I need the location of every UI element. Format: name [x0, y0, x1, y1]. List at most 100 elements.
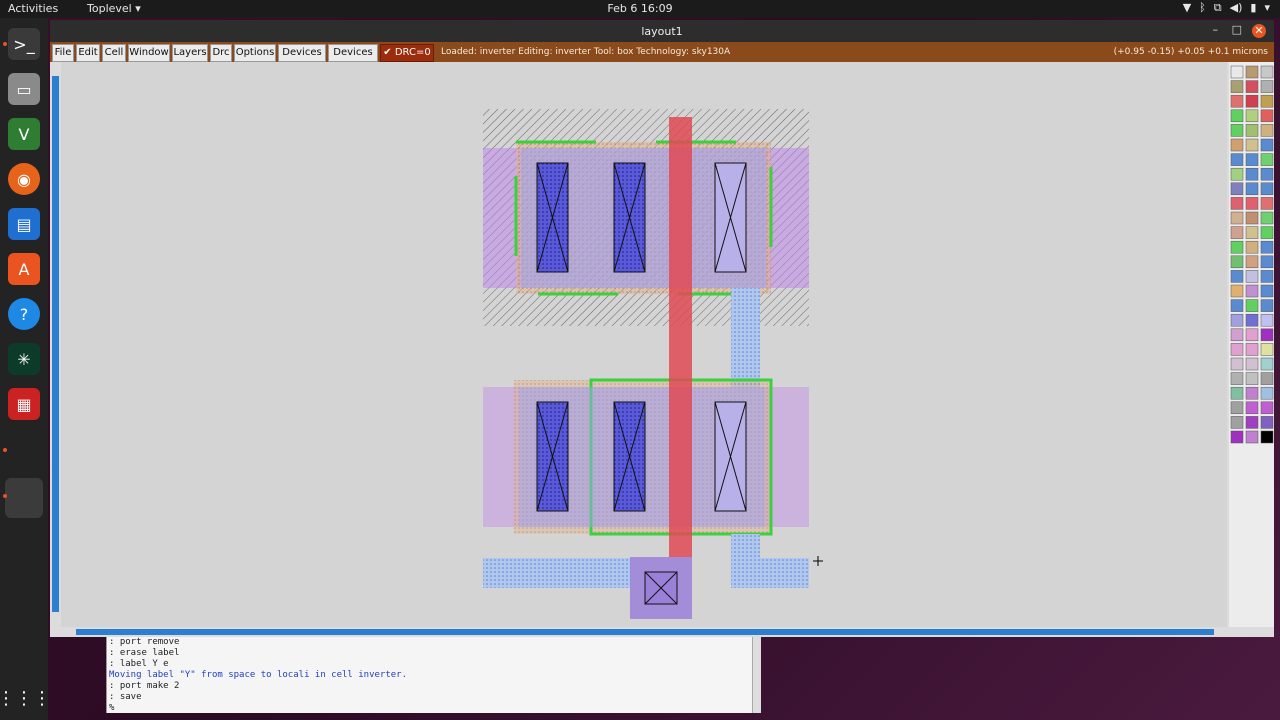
- layer-swatch[interactable]: [1230, 182, 1244, 196]
- apps-grid-icon[interactable]: ⋮⋮⋮: [0, 682, 51, 714]
- layer-swatch[interactable]: [1260, 240, 1274, 254]
- layer-swatch[interactable]: [1245, 357, 1259, 371]
- layer-swatch[interactable]: [1260, 430, 1274, 444]
- layer-swatch[interactable]: [1260, 197, 1274, 210]
- menu-devices-1[interactable]: Devices 1: [278, 44, 326, 74]
- layer-swatch[interactable]: [1230, 80, 1244, 93]
- layer-swatch[interactable]: [1230, 109, 1244, 123]
- layer-swatch[interactable]: [1260, 153, 1274, 166]
- layer-swatch[interactable]: [1230, 299, 1244, 312]
- layer-swatch[interactable]: [1260, 167, 1274, 181]
- layer-swatch[interactable]: [1260, 328, 1274, 342]
- layer-swatch[interactable]: [1230, 357, 1244, 371]
- layer-swatch[interactable]: [1230, 401, 1244, 415]
- layer-swatch[interactable]: [1245, 270, 1259, 283]
- layer-swatch[interactable]: [1230, 65, 1244, 79]
- command-console[interactable]: : port remove : erase label : label Y e …: [106, 637, 761, 713]
- layer-swatch[interactable]: [1260, 284, 1274, 298]
- layer-swatch[interactable]: [1260, 416, 1274, 429]
- layer-swatch[interactable]: [1230, 328, 1244, 342]
- app-menu[interactable]: Toplevel ▾: [87, 2, 141, 15]
- layer-swatch[interactable]: [1245, 386, 1259, 400]
- files-icon[interactable]: ▭: [8, 73, 40, 105]
- drc-status-button[interactable]: ✔ DRC=0: [380, 44, 434, 62]
- layer-swatch[interactable]: [1230, 94, 1244, 108]
- activities-button[interactable]: Activities: [8, 2, 58, 15]
- layer-swatch[interactable]: [1245, 226, 1259, 239]
- layer-swatch[interactable]: [1260, 313, 1274, 327]
- layer-swatch[interactable]: [1260, 65, 1274, 79]
- layer-swatch[interactable]: [1230, 372, 1244, 385]
- layer-swatch[interactable]: [1245, 182, 1259, 196]
- layer-swatch[interactable]: [1245, 109, 1259, 123]
- layer-swatch[interactable]: [1245, 313, 1259, 327]
- layer-swatch[interactable]: [1230, 124, 1244, 137]
- layer-swatch[interactable]: [1230, 211, 1244, 225]
- layer-swatch[interactable]: [1245, 211, 1259, 225]
- minimize-button[interactable]: –: [1213, 23, 1219, 36]
- software-icon[interactable]: A: [8, 253, 40, 285]
- layer-swatch[interactable]: [1245, 240, 1259, 254]
- layer-swatch[interactable]: [1230, 197, 1244, 210]
- layer-swatch[interactable]: [1245, 153, 1259, 166]
- magic-icon[interactable]: ▦: [8, 388, 40, 420]
- layer-swatch[interactable]: [1245, 124, 1259, 137]
- layer-swatch[interactable]: [1245, 401, 1259, 415]
- layer-swatch[interactable]: [1260, 226, 1274, 239]
- layer-swatch[interactable]: [1245, 138, 1259, 152]
- clock[interactable]: Feb 6 16:09: [0, 2, 1280, 15]
- layer-swatch[interactable]: [1230, 430, 1244, 444]
- layer-swatch[interactable]: [1230, 240, 1244, 254]
- layer-swatch[interactable]: [1260, 80, 1274, 93]
- layer-swatch[interactable]: [1260, 343, 1274, 356]
- layer-swatch[interactable]: [1230, 255, 1244, 269]
- terminal-icon[interactable]: >_: [8, 28, 40, 60]
- layer-swatch[interactable]: [1260, 255, 1274, 269]
- layer-swatch[interactable]: [1245, 430, 1259, 444]
- layer-swatch[interactable]: [1245, 343, 1259, 356]
- layer-swatch[interactable]: [1230, 270, 1244, 283]
- active-window-slot[interactable]: [5, 478, 43, 518]
- layer-swatch[interactable]: [1260, 211, 1274, 225]
- layer-swatch[interactable]: [1230, 343, 1244, 356]
- console-scrollbar[interactable]: [752, 637, 761, 713]
- layer-swatch[interactable]: [1245, 94, 1259, 108]
- layer-swatch[interactable]: [1260, 299, 1274, 312]
- menu-drc[interactable]: Drc: [210, 44, 232, 62]
- layer-swatch[interactable]: [1245, 80, 1259, 93]
- layer-swatch[interactable]: [1260, 401, 1274, 415]
- close-button[interactable]: ✕: [1252, 24, 1266, 38]
- menu-cell[interactable]: Cell: [102, 44, 126, 62]
- firefox-icon[interactable]: ◉: [8, 163, 40, 195]
- layout-canvas[interactable]: [61, 62, 1227, 627]
- horizontal-scrollbar[interactable]: [50, 627, 1274, 637]
- layer-swatch[interactable]: [1230, 153, 1244, 166]
- layer-swatch[interactable]: [1260, 124, 1274, 137]
- layer-swatch[interactable]: [1245, 65, 1259, 79]
- layer-swatch[interactable]: [1245, 167, 1259, 181]
- layer-swatch[interactable]: [1245, 416, 1259, 429]
- maximize-button[interactable]: □: [1232, 23, 1242, 36]
- vim-icon[interactable]: V: [8, 118, 40, 150]
- menu-devices-2[interactable]: Devices 2: [328, 44, 378, 74]
- layer-swatch[interactable]: [1230, 226, 1244, 239]
- layer-swatch[interactable]: [1260, 182, 1274, 196]
- help-icon[interactable]: ?: [8, 298, 40, 330]
- layer-swatch[interactable]: [1230, 138, 1244, 152]
- vertical-scroll-thumb[interactable]: [52, 76, 59, 612]
- scope-icon[interactable]: ✳: [8, 343, 40, 375]
- layer-swatch[interactable]: [1230, 416, 1244, 429]
- layer-palette[interactable]: [1229, 62, 1274, 627]
- menu-file[interactable]: File: [52, 44, 74, 62]
- window-titlebar[interactable]: layout1 – □ ✕: [50, 20, 1274, 42]
- menu-window[interactable]: Window: [128, 44, 170, 62]
- layer-swatch[interactable]: [1245, 255, 1259, 269]
- layer-swatch[interactable]: [1245, 299, 1259, 312]
- layer-swatch[interactable]: [1260, 386, 1274, 400]
- layer-swatch[interactable]: [1230, 313, 1244, 327]
- system-tray[interactable]: ▼ ᛒ ⧉ ◀) ▮ ▾: [1183, 1, 1270, 15]
- layer-swatch[interactable]: [1260, 94, 1274, 108]
- layer-swatch[interactable]: [1260, 270, 1274, 283]
- layer-swatch[interactable]: [1230, 284, 1244, 298]
- menu-options[interactable]: Options: [234, 44, 276, 62]
